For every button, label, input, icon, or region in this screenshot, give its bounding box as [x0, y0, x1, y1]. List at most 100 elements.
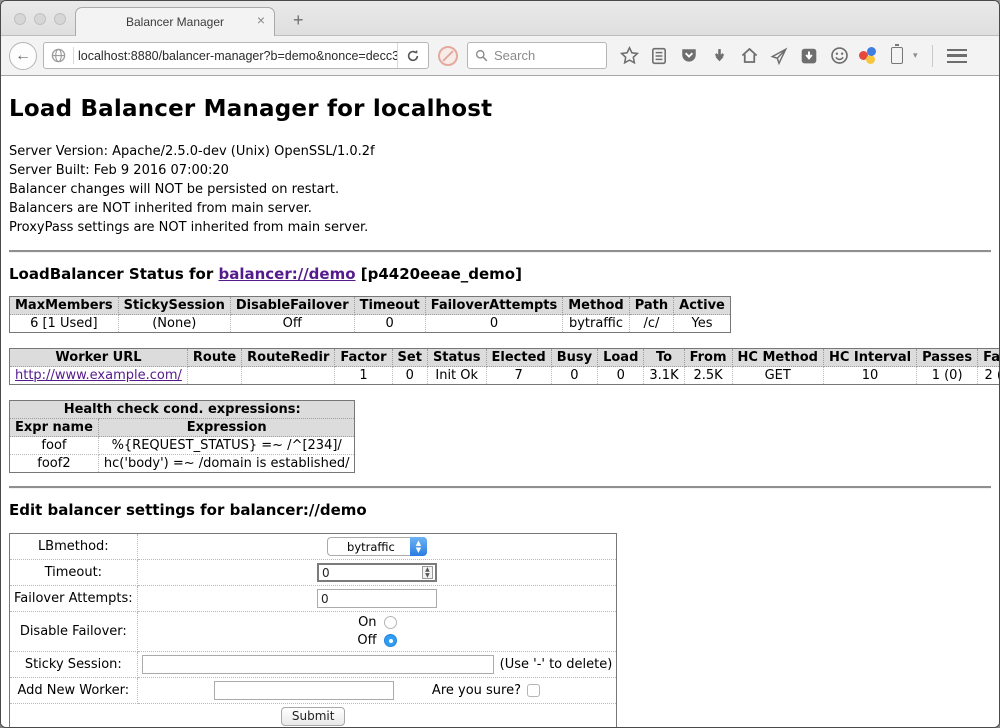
search-icon — [475, 49, 488, 62]
section-divider — [9, 486, 991, 489]
feedback-smiley-icon[interactable] — [829, 46, 849, 66]
sticky-session-label: Sticky Session: — [10, 652, 138, 678]
table-cell: GET — [732, 367, 823, 385]
form-row-sticky-session: Sticky Session: (Use '-' to delete) — [10, 652, 617, 678]
worker-table: Worker URL Route RouteRedir Factor Set S… — [9, 348, 999, 385]
col-header: HC Interval — [823, 349, 916, 367]
col-header: DisableFailover — [230, 297, 354, 315]
status-heading-suffix: [p4420eeae_demo] — [356, 265, 522, 283]
col-header: RouteRedir — [242, 349, 335, 367]
loadbalancer-status-heading: LoadBalancer Status for balancer://demo … — [9, 265, 991, 283]
col-header: Expression — [98, 419, 355, 437]
are-you-sure-checkbox[interactable] — [527, 684, 540, 697]
url-bar[interactable]: localhost:8880/balancer-manager?b=demo&n… — [43, 42, 429, 69]
col-header: Fails — [978, 349, 999, 367]
content-blocked-icon[interactable] — [438, 46, 458, 66]
expression-cell: hc('body') =~ /domain is established/ — [98, 455, 355, 473]
table-cell: 6 [1 Used] — [10, 315, 119, 333]
col-header: Busy — [551, 349, 597, 367]
search-placeholder: Search — [494, 48, 535, 63]
overflow-caret-icon[interactable]: ▾ — [913, 50, 918, 61]
zoom-window-button[interactable] — [54, 13, 66, 25]
col-header: StickySession — [118, 297, 230, 315]
section-divider — [9, 250, 991, 253]
failover-attempts-label: Failover Attempts: — [10, 586, 138, 612]
browser-window: Balancer Manager × + ← localhost:8880/ba… — [0, 0, 1000, 728]
colored-dots-addon-icon[interactable] — [859, 47, 877, 65]
toolbar-icons: ▾ — [619, 45, 995, 67]
table-cell: 10 — [823, 367, 916, 385]
toolbar-divider — [932, 45, 933, 67]
downloads-icon[interactable] — [709, 46, 729, 66]
worker-url-link[interactable]: http://www.example.com/ — [15, 368, 182, 383]
send-plane-icon[interactable] — [769, 46, 789, 66]
close-window-button[interactable] — [14, 13, 26, 25]
col-header: Status — [427, 349, 486, 367]
balancer-demo-link[interactable]: balancer://demo — [218, 265, 355, 283]
tab-balancer-manager[interactable]: Balancer Manager × — [75, 7, 275, 36]
grid-addon-icon[interactable] — [977, 47, 995, 65]
site-identity-globe-icon[interactable] — [44, 48, 73, 63]
health-table-title: Health check cond. expressions: — [10, 401, 355, 419]
navigation-toolbar: ← localhost:8880/balancer-manager?b=demo… — [1, 35, 999, 76]
minimize-window-button[interactable] — [34, 13, 46, 25]
reload-icon[interactable] — [397, 43, 428, 68]
col-header: Factor — [335, 349, 392, 367]
disable-failover-label: Disable Failover: — [10, 612, 138, 652]
save-box-icon[interactable] — [799, 46, 819, 66]
form-row-add-worker: Add New Worker: Are you sure? — [10, 678, 617, 704]
table-row: foof2 hc('body') =~ /domain is establish… — [10, 455, 355, 473]
back-button[interactable]: ← — [9, 42, 37, 70]
sticky-session-input[interactable] — [142, 655, 494, 674]
table-cell: Off — [230, 315, 354, 333]
bookmark-star-icon[interactable] — [619, 46, 639, 66]
url-text[interactable]: localhost:8880/balancer-manager?b=demo&n… — [74, 49, 397, 63]
home-icon[interactable] — [739, 46, 759, 66]
tab-close-icon[interactable]: × — [257, 13, 265, 27]
col-header: Set — [392, 349, 427, 367]
col-header: HC Method — [732, 349, 823, 367]
col-header: FailoverAttempts — [425, 297, 563, 315]
status-heading-prefix: LoadBalancer Status for — [9, 265, 218, 283]
on-radio-label: On — [358, 615, 376, 630]
off-radio-label: Off — [357, 633, 376, 648]
col-header: Elected — [486, 349, 551, 367]
health-check-table: Health check cond. expressions: Expr nam… — [9, 400, 355, 473]
table-cell: Yes — [674, 315, 731, 333]
search-bar[interactable]: Search — [467, 42, 607, 69]
edit-balancer-heading: Edit balancer settings for balancer://de… — [9, 501, 991, 519]
disable-failover-off-radio[interactable] — [384, 634, 397, 647]
reading-list-icon[interactable] — [649, 46, 669, 66]
persist-note-line: Balancer changes will NOT be persisted o… — [9, 180, 991, 199]
timeout-input[interactable] — [317, 563, 437, 582]
page-title: Load Balancer Manager for localhost — [9, 96, 991, 122]
col-header: Passes — [917, 349, 978, 367]
table-cell: 0 — [354, 315, 425, 333]
lbmethod-select[interactable]: bytraffic ▲▼ — [327, 537, 427, 556]
battery-addon-icon[interactable] — [887, 46, 907, 66]
table-cell: 0 — [425, 315, 563, 333]
window-controls[interactable] — [14, 13, 66, 25]
number-spinner-icon[interactable]: ▲▼ — [422, 566, 433, 579]
sticky-session-hint: (Use '-' to delete) — [500, 657, 613, 672]
col-header: MaxMembers — [10, 297, 119, 315]
table-row: http://www.example.com/ 1 0 Init Ok 7 0 … — [10, 367, 1000, 385]
table-row: foof %{REQUEST_STATUS} =~ /^[234]/ — [10, 437, 355, 455]
menu-hamburger-icon[interactable] — [947, 46, 967, 66]
lbmethod-label: LBmethod: — [10, 534, 138, 560]
add-worker-label: Add New Worker: — [10, 678, 138, 704]
col-header: Timeout — [354, 297, 425, 315]
add-worker-input[interactable] — [214, 681, 394, 700]
form-row-disable-failover: Disable Failover: On Off — [10, 612, 617, 652]
table-row: 6 [1 Used] (None) Off 0 0 bytraffic /c/ … — [10, 315, 731, 333]
col-header: Worker URL — [10, 349, 188, 367]
table-cell: 3.1K — [644, 367, 684, 385]
disable-failover-on-radio[interactable] — [384, 616, 397, 629]
timeout-label: Timeout: — [10, 560, 138, 586]
col-header: Expr name — [10, 419, 99, 437]
pocket-icon[interactable] — [679, 46, 699, 66]
new-tab-button[interactable]: + — [287, 10, 310, 31]
table-cell: 2 (0) — [978, 367, 999, 385]
submit-button[interactable]: Submit — [281, 707, 346, 726]
failover-attempts-input[interactable] — [317, 589, 437, 608]
